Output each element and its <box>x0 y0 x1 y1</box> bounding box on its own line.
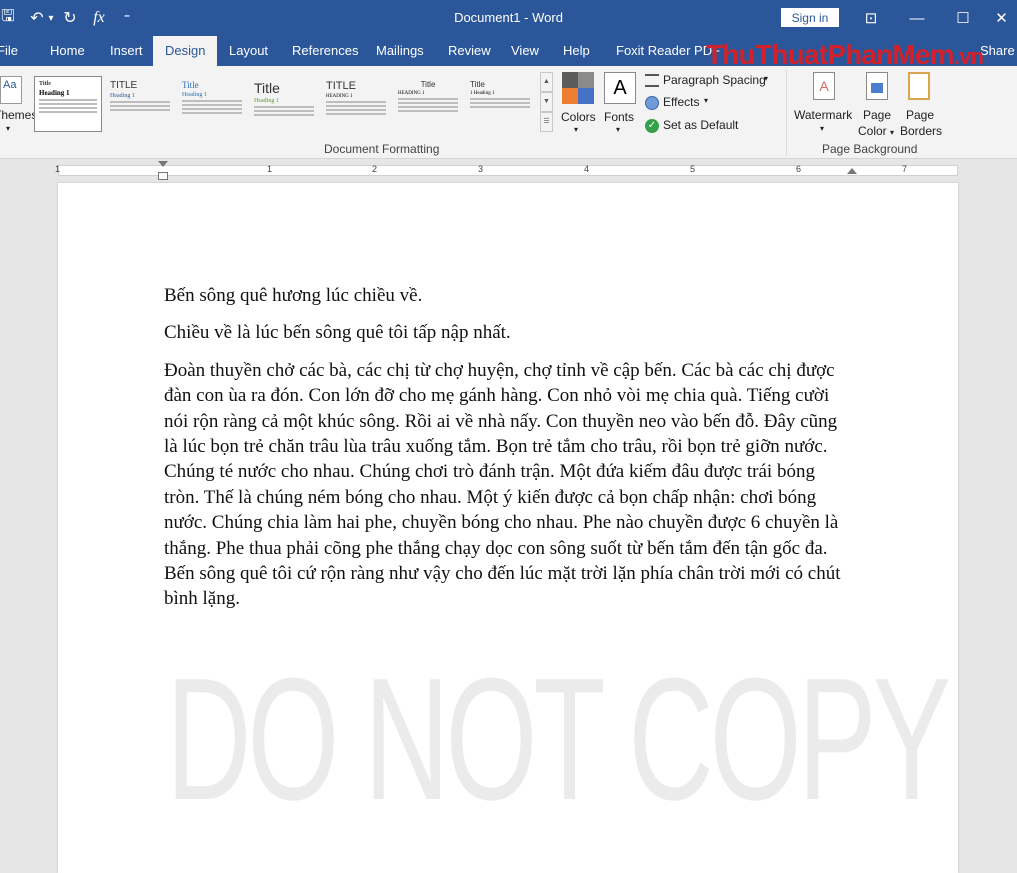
ruler-number: 7 <box>902 164 908 174</box>
horizontal-ruler[interactable]: 1 1 2 3 4 5 6 7 <box>0 160 1017 180</box>
themes-button[interactable]: Aa Themes ▾ <box>0 72 37 136</box>
maximize-button[interactable]: ☐ <box>940 0 986 36</box>
tab-view[interactable]: View <box>511 36 539 66</box>
colors-button[interactable]: Colors ▾ <box>560 70 596 138</box>
watermark-button[interactable]: A Watermark ▾ <box>794 70 854 140</box>
style-set-thumb[interactable]: Title Heading 1 <box>34 76 102 132</box>
colors-icon <box>562 72 594 104</box>
checkmark-icon: ✓ <box>645 119 659 133</box>
document-watermark: DO NOT COPY <box>166 641 951 836</box>
chevron-down-icon: ▾ <box>616 125 621 134</box>
fonts-icon: A <box>604 72 636 104</box>
tab-design[interactable]: Design <box>153 36 218 67</box>
paragraph-spacing-button[interactable]: Paragraph Spacing ▾ <box>644 72 774 90</box>
ribbon-display-options-icon[interactable]: ⊡ <box>848 0 894 36</box>
sign-in-button[interactable]: Sign in <box>781 8 839 27</box>
indent-marker[interactable] <box>158 161 168 167</box>
ruler-number: 5 <box>690 164 696 174</box>
ruler-number: 1 <box>55 164 61 174</box>
style-set-thumb[interactable]: Title HEADING 1 <box>394 76 462 132</box>
paragraph[interactable]: Chiều về là lúc bến sông quê tôi tấp nập… <box>164 320 854 345</box>
style-set-thumb[interactable]: Title Heading 1 <box>178 76 246 132</box>
ruler-number: 6 <box>796 164 802 174</box>
ruler-number: 3 <box>478 164 484 174</box>
paragraph-spacing-label: Paragraph Spacing <box>663 73 766 87</box>
fonts-button[interactable]: A Fonts ▾ <box>603 70 637 138</box>
style-set-gallery[interactable]: Title Heading 1 TITLE Heading 1 Title He… <box>32 70 554 134</box>
ruler-number: 4 <box>584 164 590 174</box>
tab-insert[interactable]: Insert <box>110 36 143 66</box>
right-indent-marker[interactable] <box>847 168 857 174</box>
effects-label: Effects <box>663 95 700 109</box>
style-set-thumb[interactable]: Title Heading 1 <box>250 76 318 132</box>
fonts-label: Fonts <box>604 110 635 124</box>
group-label-document-formatting: Document Formatting <box>324 142 440 156</box>
effects-button[interactable]: Effects ▾ <box>644 94 714 112</box>
style-set-thumb[interactable]: TITLE Heading 1 <box>106 76 174 132</box>
indent-marker[interactable] <box>158 172 168 180</box>
document-page[interactable]: Bến sông quê hương lúc chiều về. Chiều v… <box>58 183 958 873</box>
page-color-button[interactable]: Page Color ▾ <box>858 70 898 140</box>
set-as-default-label: Set as Default <box>663 118 739 132</box>
site-watermark-logo: ThuThuatPhanMem.vn <box>706 39 984 70</box>
chevron-down-icon: ▾ <box>6 124 11 133</box>
close-button[interactable]: ✕ <box>986 0 1017 36</box>
tab-home[interactable]: Home <box>50 36 85 66</box>
chevron-down-icon: ▾ <box>574 125 579 134</box>
colors-label: Colors <box>561 110 596 124</box>
paragraph[interactable]: Đoàn thuyền chở các bà, các chị từ chợ h… <box>164 358 854 612</box>
document-body[interactable]: Bến sông quê hương lúc chiều về. Chiều v… <box>164 283 854 624</box>
page-color-label-2: Color ▾ <box>858 124 895 138</box>
tab-layout[interactable]: Layout <box>229 36 268 66</box>
group-label-page-background: Page Background <box>822 142 918 156</box>
paragraph-spacing-icon <box>645 74 659 87</box>
tab-help[interactable]: Help <box>563 36 590 66</box>
watermark-label: Watermark <box>794 108 853 122</box>
chevron-down-icon: ▾ <box>820 124 825 133</box>
ribbon: Aa Themes ▾ Title Heading 1 TITLE Headin… <box>0 66 1017 159</box>
tab-review[interactable]: Review <box>448 36 491 66</box>
tab-mailings[interactable]: Mailings <box>376 36 424 66</box>
minimize-button[interactable]: — <box>894 0 940 36</box>
ruler-number: 2 <box>372 164 378 174</box>
page-borders-button[interactable]: Page Borders <box>900 70 944 140</box>
chevron-down-icon: ▾ <box>704 96 709 105</box>
page-borders-label-2: Borders <box>900 124 943 138</box>
page-borders-label-1: Page <box>906 108 935 122</box>
page-borders-icon <box>908 72 930 100</box>
tab-foxit-reader-pdf[interactable]: Foxit Reader PDF <box>616 36 720 66</box>
ruler-number: 1 <box>267 164 273 174</box>
share-button[interactable]: Share <box>980 36 1015 66</box>
chevron-down-icon: ▾ <box>764 74 769 83</box>
gallery-more-icon[interactable]: ☰ <box>540 112 553 132</box>
gallery-scroll-up-icon[interactable]: ▲ <box>540 72 553 92</box>
page-color-label-1: Page <box>863 108 892 122</box>
effects-icon <box>645 96 659 110</box>
title-bar: 🖫 ↶ ▾ ↻ fx ⁼ Document1 - Word Sign in ⊡ … <box>0 0 1017 36</box>
tab-references[interactable]: References <box>292 36 358 66</box>
style-set-thumb[interactable]: TITLE HEADING 1 <box>322 76 390 132</box>
tab-file[interactable]: File <box>0 36 18 66</box>
paragraph[interactable]: Bến sông quê hương lúc chiều về. <box>164 283 854 308</box>
set-as-default-button[interactable]: ✓ Set as Default <box>644 117 744 135</box>
themes-icon: Aa <box>0 76 22 104</box>
gallery-scroll-down-icon[interactable]: ▼ <box>540 92 553 112</box>
page-color-icon <box>866 72 888 100</box>
style-set-thumb[interactable]: Title 1 Heading 1 <box>466 76 534 132</box>
watermark-icon: A <box>813 72 835 100</box>
